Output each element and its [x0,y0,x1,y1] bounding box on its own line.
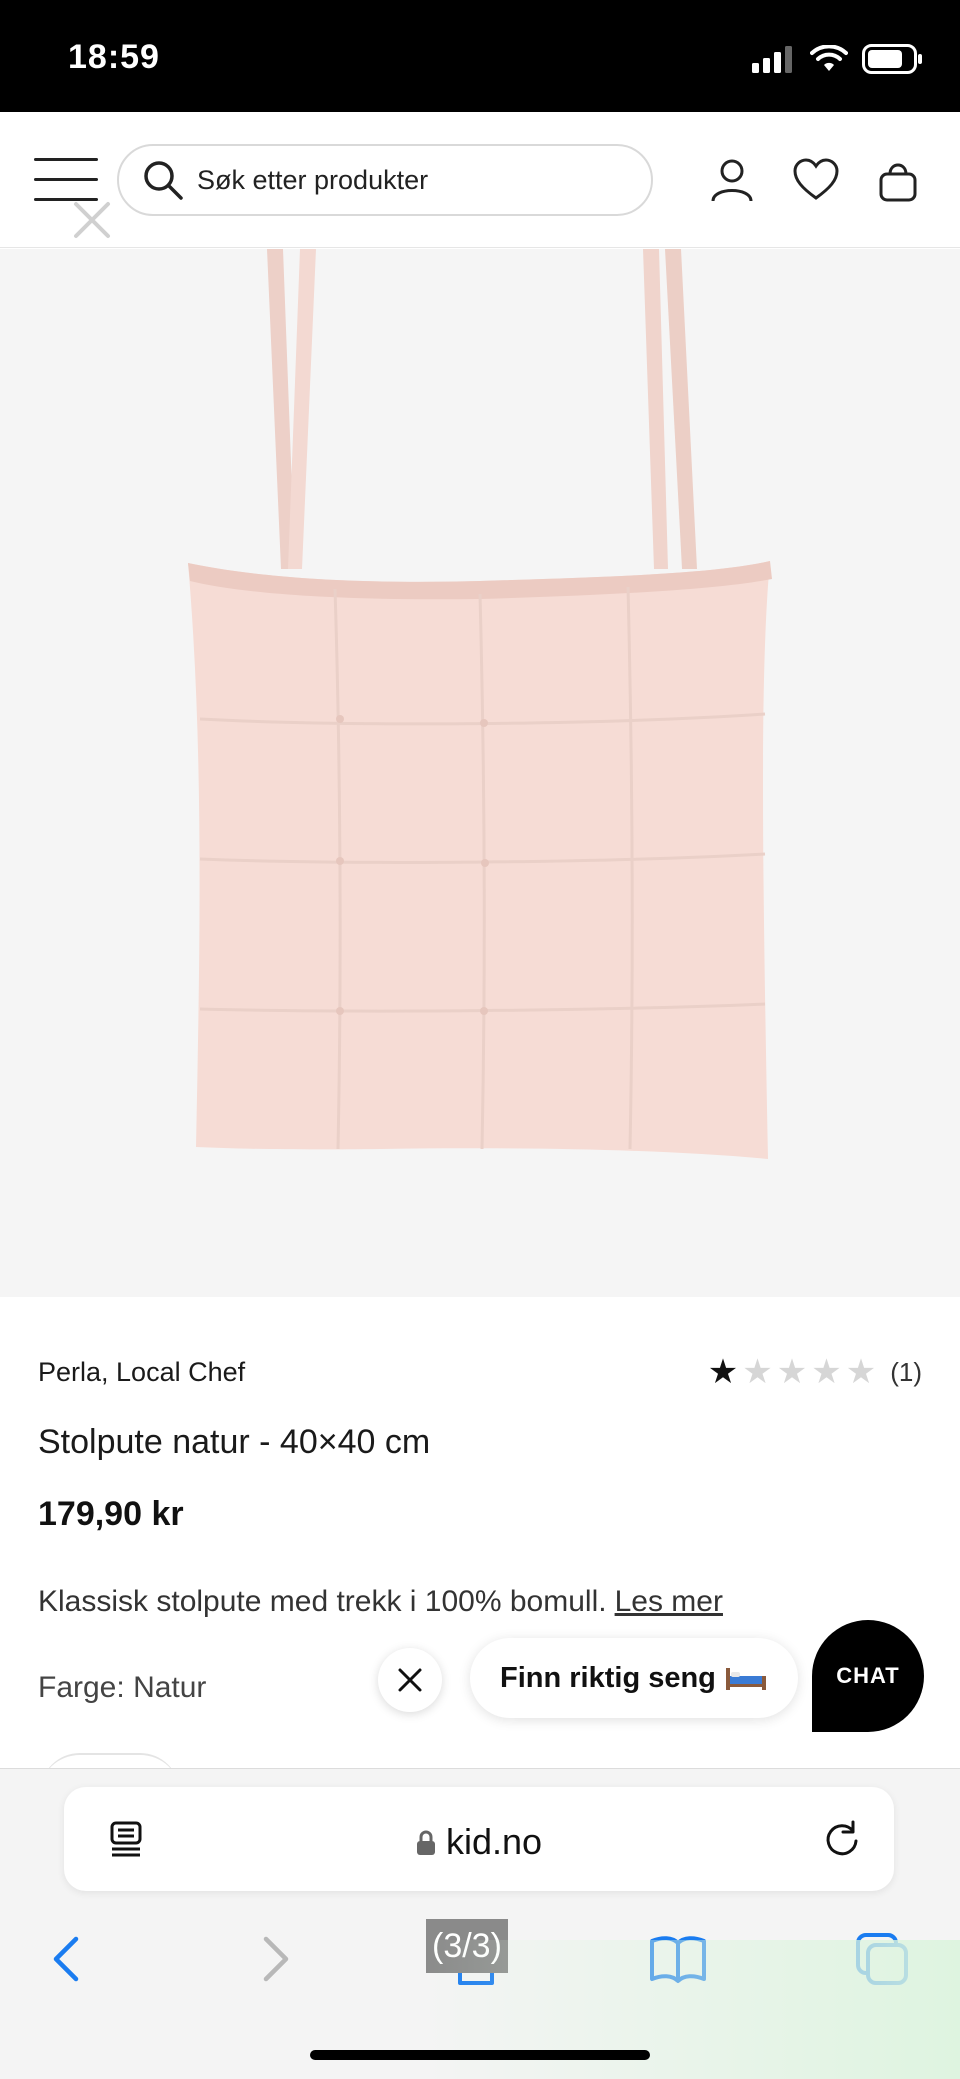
product-image[interactable] [0,249,960,1297]
heart-icon[interactable] [792,156,840,204]
close-icon [398,1668,422,1692]
color-label: Farge: [38,1671,125,1704]
chat-prompt-bubble[interactable]: Finn riktig seng [470,1638,798,1718]
description-text: Klassisk stolpute med trekk i 100% bomul… [38,1585,607,1618]
reload-icon[interactable] [820,1817,864,1861]
url-display: kid.no [64,1821,894,1863]
battery-icon [862,44,922,74]
bed-icon [725,1668,766,1690]
menu-line [34,178,98,181]
product-title: Stolpute natur - 40×40 cm [38,1423,431,1461]
chair-cushion-image [188,249,772,1159]
home-indicator[interactable] [310,2050,650,2060]
search-icon [144,161,183,200]
menu-button[interactable] [34,158,98,202]
color-selector-label: Farge: Natur [38,1671,206,1705]
close-icon[interactable] [70,198,114,242]
product-rating[interactable]: ★ ★ ★ ★ ★ (1) [708,1355,922,1389]
back-arrow-icon[interactable] [38,1929,98,1989]
star-icon: ★ [776,1353,808,1391]
search-input[interactable] [197,164,597,196]
site-header [0,112,960,248]
star-icon: ★ [811,1353,842,1391]
rating-count: (1) [890,1356,922,1387]
search-field[interactable] [117,144,653,216]
account-icon[interactable] [708,156,756,204]
read-more-link[interactable]: Les mer [615,1585,723,1618]
color-value: Natur [133,1671,207,1704]
forward-arrow-icon[interactable] [244,1929,304,1989]
url-text: kid.no [445,1821,543,1862]
menu-line [34,158,98,161]
chat-close-button[interactable] [378,1648,442,1712]
signal-icon [752,46,792,73]
status-bar: 18:59 [0,0,960,112]
product-brand[interactable]: Perla, Local Chef [38,1357,245,1388]
chat-prompt-text: Finn riktig seng [500,1661,716,1694]
star-icon: ★ [742,1353,773,1391]
star-icon: ★ [707,1353,739,1391]
star-icon: ★ [845,1353,877,1391]
chat-button[interactable]: CHAT [812,1620,924,1732]
cart-bag-icon[interactable] [874,156,922,204]
lock-icon [416,1830,435,1855]
status-time: 18:59 [68,38,160,76]
wifi-icon [810,45,848,71]
product-price: 179,90 kr [38,1495,184,1533]
status-icons [752,44,924,74]
product-description: Klassisk stolpute med trekk i 100% bomul… [38,1585,723,1619]
address-bar[interactable]: kid.no [64,1787,894,1891]
